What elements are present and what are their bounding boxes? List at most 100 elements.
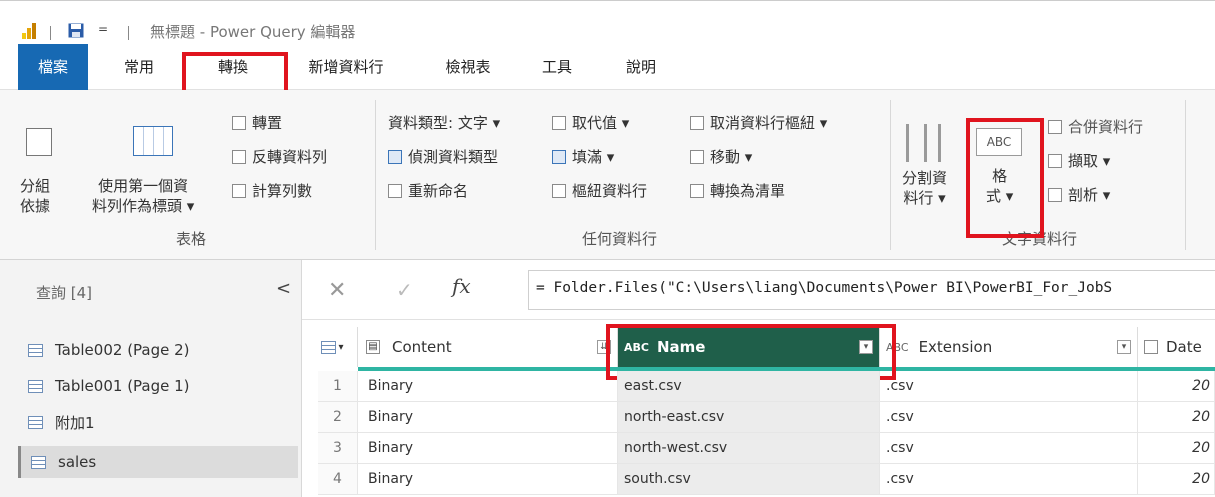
cancel-formula-icon[interactable]: ✕ (328, 278, 346, 303)
group-label-table: 表格 (176, 230, 207, 248)
table-icon (28, 415, 43, 429)
row-number: 1 (318, 371, 358, 402)
query-item[interactable]: Table001 (Page 1) (18, 370, 298, 402)
group-by-icon (26, 128, 52, 156)
query-item[interactable]: 附加1 (18, 406, 298, 438)
cell-date[interactable]: 20 (1138, 402, 1215, 433)
title-separator (50, 26, 51, 40)
row-number: 3 (318, 433, 358, 464)
split-column-button[interactable]: 分割資 料行 ▾ (902, 168, 947, 208)
transpose-label: 轉置 (252, 114, 283, 132)
move-button[interactable]: 移動 ▾ (690, 146, 752, 167)
convert-to-list-label: 轉換為清單 (710, 182, 786, 200)
unpivot-columns-button[interactable]: 取消資料行樞紐 ▾ (690, 112, 827, 133)
replace-values-icon (552, 115, 566, 130)
title-bar: = 無標題 - Power Query 編輯器 (0, 0, 1215, 44)
row-number: 2 (318, 402, 358, 433)
column-header-label: Extension (918, 338, 993, 356)
cell-date[interactable]: 20 (1138, 371, 1215, 402)
convert-to-list-icon (690, 183, 704, 198)
cell-name[interactable]: north-east.csv (618, 402, 880, 433)
cell-extension[interactable]: .csv (880, 464, 1138, 495)
split-column-label-1: 分割資 (902, 169, 948, 187)
cell-content[interactable]: Binary (358, 371, 618, 402)
query-item-label: Table001 (Page 1) (55, 377, 190, 395)
fx-icon[interactable]: fx (452, 274, 471, 298)
transpose-button[interactable]: 轉置 (232, 112, 282, 133)
tab-help[interactable]: 說明 (612, 44, 670, 90)
query-item-label: sales (58, 453, 97, 471)
merge-columns-button[interactable]: 合併資料行 (1048, 116, 1143, 137)
tab-home[interactable]: 常用 (108, 44, 170, 90)
replace-values-label: 取代值 ▾ (572, 114, 630, 132)
data-type-dropdown[interactable]: 資料類型: 文字 ▾ (388, 112, 500, 133)
move-label: 移動 ▾ (710, 148, 753, 166)
extract-icon (1048, 153, 1062, 168)
count-rows-button[interactable]: 計算列數 (232, 180, 312, 201)
commit-formula-icon[interactable]: ✓ (396, 278, 413, 302)
count-rows-icon (232, 183, 246, 198)
cell-content[interactable]: Binary (358, 433, 618, 464)
column-header-extension[interactable]: ABC Extension ▾ (880, 327, 1138, 367)
group-by-button[interactable]: 分組 依據 (20, 176, 50, 216)
reverse-rows-label: 反轉資料列 (252, 148, 328, 166)
collapse-pane-button[interactable]: < (276, 278, 291, 299)
unpivot-icon (690, 115, 704, 130)
row-number: 4 (318, 464, 358, 495)
format-button-highlight (966, 118, 1044, 238)
query-item-label: 附加1 (55, 413, 95, 432)
rename-icon (388, 183, 402, 198)
cell-name[interactable]: south.csv (618, 464, 880, 495)
table-icon (28, 379, 43, 393)
ribbon-separator (890, 100, 891, 250)
replace-values-button[interactable]: 取代值 ▾ (552, 112, 629, 133)
cell-name[interactable]: east.csv (618, 371, 880, 402)
table-icon (31, 455, 46, 469)
rename-button[interactable]: 重新命名 (388, 180, 468, 201)
first-row-header-label-1: 使用第一個資 (98, 177, 189, 195)
cell-date[interactable]: 20 (1138, 433, 1215, 464)
cell-date[interactable]: 20 (1138, 464, 1215, 495)
query-item[interactable]: Table002 (Page 2) (18, 334, 298, 366)
parse-label: 剖析 ▾ (1068, 186, 1111, 204)
fill-button[interactable]: 填滿 ▾ (552, 146, 614, 167)
tab-add-column[interactable]: 新增資料行 (290, 44, 402, 90)
tab-view[interactable]: 檢視表 (430, 44, 506, 90)
queries-header: 查詢 [4] (36, 284, 93, 302)
reverse-rows-icon (232, 149, 246, 164)
tab-file[interactable]: 檔案 (18, 44, 88, 90)
cell-content[interactable]: Binary (358, 402, 618, 433)
table-icon (28, 343, 43, 357)
window-title: 無標題 - Power Query 編輯器 (150, 23, 356, 41)
detect-type-label: 偵測資料類型 (408, 148, 499, 166)
quick-access-dropdown[interactable]: = (98, 22, 108, 36)
datetime-type-icon (1144, 340, 1158, 354)
column-header-content[interactable]: ▤ Content ⇊ (358, 327, 618, 367)
title-separator (128, 26, 129, 40)
group-by-label-1: 分組 (20, 177, 51, 195)
convert-to-list-button[interactable]: 轉換為清單 (690, 180, 785, 201)
cell-extension[interactable]: .csv (880, 402, 1138, 433)
cell-extension[interactable]: .csv (880, 433, 1138, 464)
rename-label: 重新命名 (408, 182, 469, 200)
column-header-date[interactable]: Date (1138, 327, 1215, 367)
extract-button[interactable]: 擷取 ▾ (1048, 150, 1110, 171)
query-item-selected[interactable]: sales (18, 446, 298, 478)
first-row-header-icon (133, 126, 173, 156)
detect-type-button[interactable]: 偵測資料類型 (388, 146, 498, 167)
binary-type-icon: ▤ (366, 340, 380, 354)
merge-columns-label: 合併資料行 (1068, 118, 1144, 136)
fill-down-icon (552, 149, 566, 164)
split-column-label-2: 料行 ▾ (903, 189, 946, 207)
tab-tools[interactable]: 工具 (528, 44, 586, 90)
first-row-as-header-button[interactable]: 使用第一個資 料列作為標頭 ▾ (92, 176, 194, 216)
cell-content[interactable]: Binary (358, 464, 618, 495)
column-dropdown-icon[interactable]: ▾ (1117, 340, 1131, 354)
reverse-rows-button[interactable]: 反轉資料列 (232, 146, 327, 167)
table-menu-button[interactable]: ▾ (308, 327, 358, 367)
pivot-column-button[interactable]: 樞紐資料行 (552, 180, 647, 201)
cell-extension[interactable]: .csv (880, 371, 1138, 402)
parse-button[interactable]: 剖析 ▾ (1048, 184, 1110, 205)
save-icon[interactable] (68, 23, 84, 38)
cell-name[interactable]: north-west.csv (618, 433, 880, 464)
